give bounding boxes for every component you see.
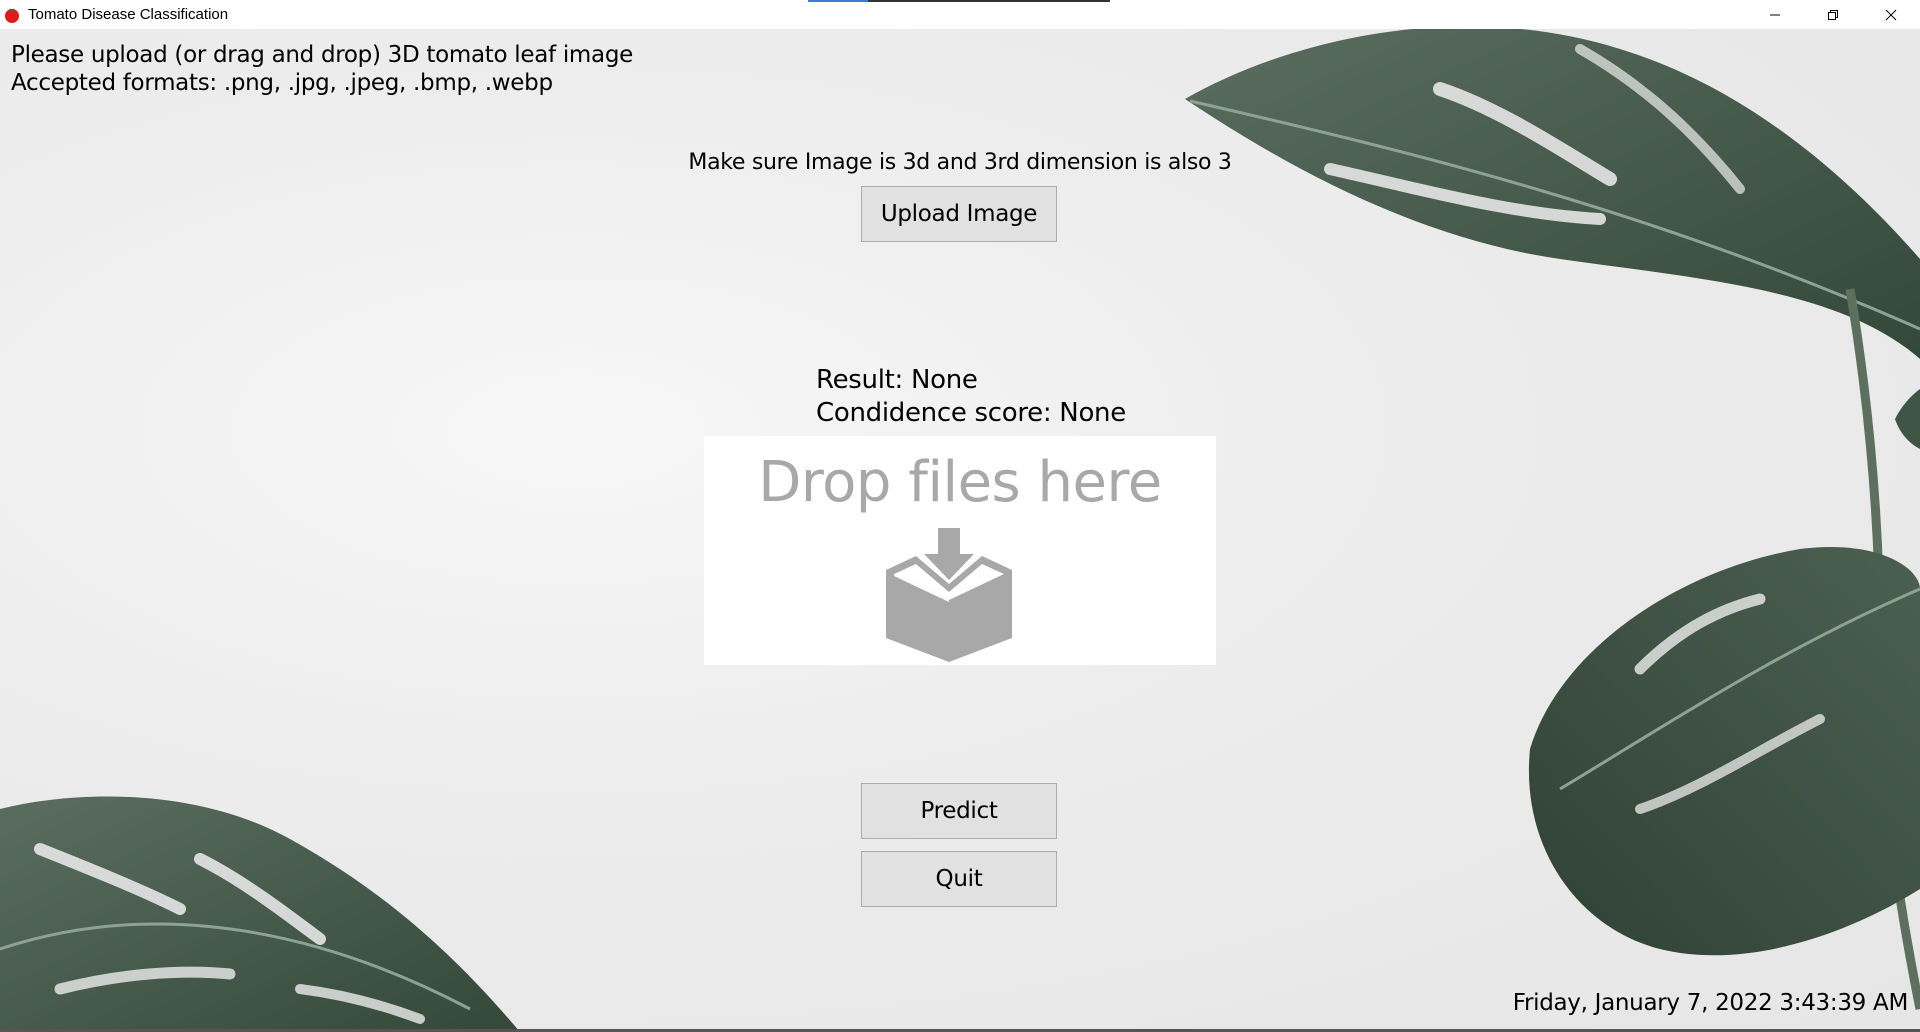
predict-button[interactable]: Predict	[861, 783, 1057, 839]
title-bar[interactable]: Tomato Disease Classification	[0, 0, 1920, 29]
leaf-bottom-left	[0, 796, 520, 1032]
minimize-icon	[1770, 14, 1780, 15]
leaf-right-lower	[1528, 547, 1920, 956]
instructions-line-2: Accepted formats: .png, .jpg, .jpeg, .bm…	[11, 70, 553, 96]
upload-instructions: Please upload (or drag and drop) 3D toma…	[11, 41, 633, 97]
drop-zone[interactable]: Drop files here	[704, 436, 1216, 665]
tomato-icon	[5, 7, 19, 23]
app-window: Tomato Disease Classification Please upl…	[0, 0, 1920, 1032]
drop-zone-text: Drop files here	[758, 450, 1162, 515]
window-title: Tomato Disease Classification	[28, 6, 229, 23]
instructions-line-1: Please upload (or drag and drop) 3D toma…	[11, 42, 633, 68]
close-icon	[1885, 9, 1897, 20]
upload-image-button[interactable]: Upload Image	[861, 186, 1057, 242]
restore-button[interactable]	[1804, 0, 1862, 29]
title-accent-highlight	[808, 0, 868, 2]
close-button[interactable]	[1862, 0, 1920, 29]
datetime-label: Friday, January 7, 2022 3:43:39 AM	[1512, 990, 1909, 1016]
dimension-hint: Make sure Image is 3d and 3rd dimension …	[688, 150, 1232, 175]
app-canvas: Please upload (or drag and drop) 3D toma…	[0, 29, 1920, 1032]
confidence-score-label: Condidence score: None	[816, 398, 1126, 428]
minimize-button[interactable]	[1746, 0, 1804, 29]
quit-button[interactable]: Quit	[861, 851, 1057, 907]
leaf-right-tip	[1895, 389, 1920, 449]
restore-icon	[1828, 9, 1838, 20]
window-controls	[1746, 0, 1920, 29]
result-label: Result: None	[816, 365, 978, 395]
result-panel: Result: None Condidence score: None	[816, 364, 1126, 430]
leaf-top-right	[1185, 29, 1920, 359]
drop-files-icon	[886, 528, 1012, 662]
